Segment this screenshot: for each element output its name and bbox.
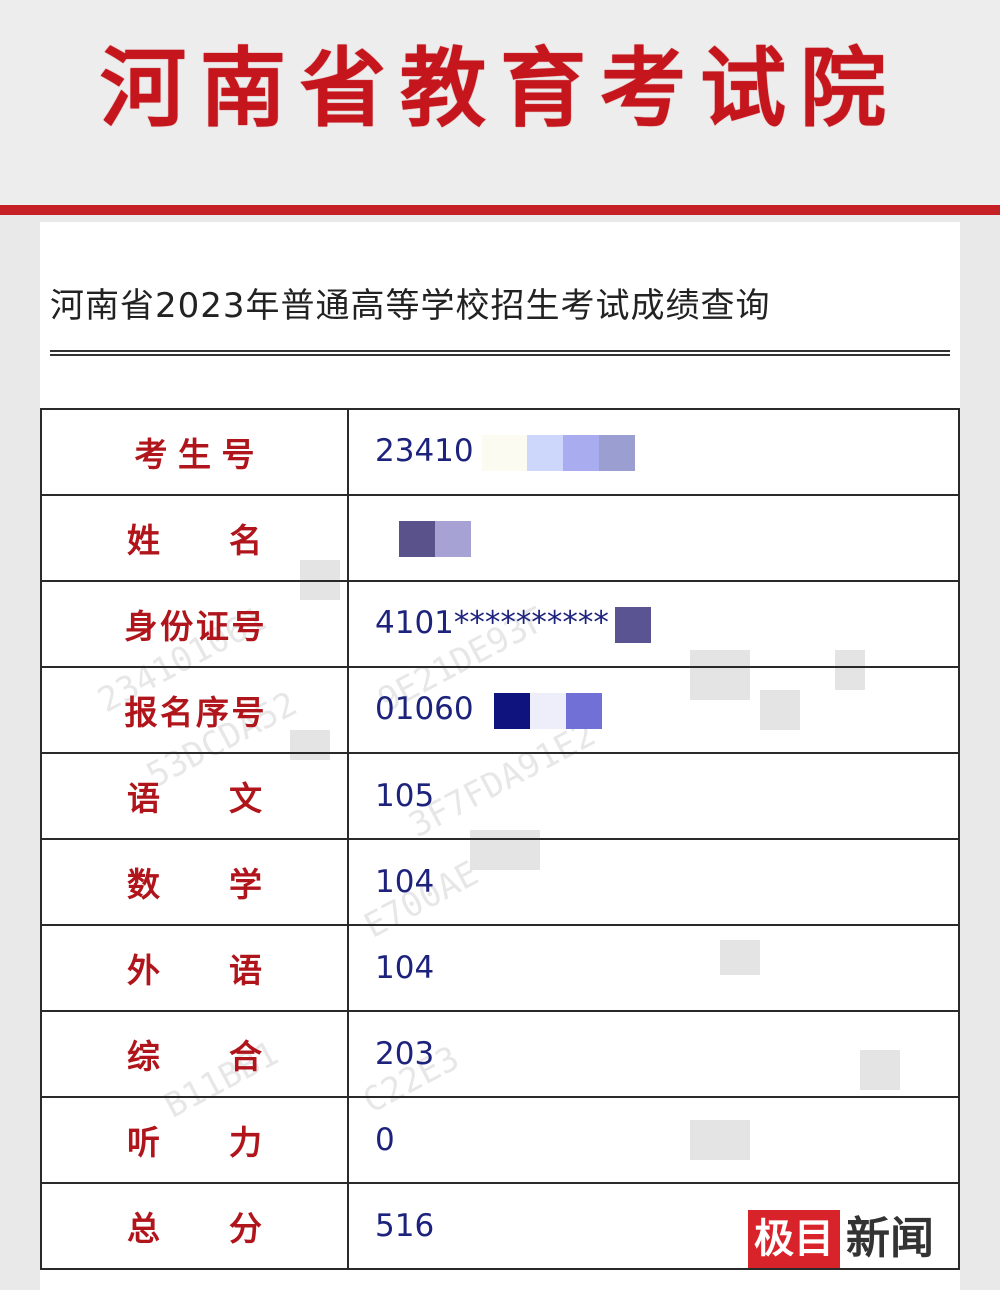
header-red-rule xyxy=(0,205,1000,215)
score-table: 考生号 23410 姓名 身份证号 4101********** 报名序号 01… xyxy=(40,408,960,1270)
table-row: 外语 104 xyxy=(40,924,960,1012)
row-label: 姓名 xyxy=(40,494,349,582)
row-label: 外语 xyxy=(40,924,349,1012)
row-label: 报名序号 xyxy=(40,666,349,754)
title-divider xyxy=(50,350,950,356)
score-chinese: 105 xyxy=(347,752,960,840)
table-row: 综合 203 xyxy=(40,1010,960,1098)
score-comprehensive: 203 xyxy=(347,1010,960,1098)
table-row: 考生号 23410 xyxy=(40,408,960,496)
score-math: 104 xyxy=(347,838,960,926)
jimu-news-logo: 极目 新闻 xyxy=(748,1208,988,1270)
query-title: 河南省2023年普通高等学校招生考试成绩查询 xyxy=(50,286,771,326)
logo-box: 极目 xyxy=(748,1210,840,1268)
score-foreign-language: 104 xyxy=(347,924,960,1012)
row-label: 身份证号 xyxy=(40,580,349,668)
row-label: 考生号 xyxy=(40,408,349,496)
row-value: 4101********** xyxy=(347,580,960,668)
table-row: 报名序号 01060 xyxy=(40,666,960,754)
row-label: 听力 xyxy=(40,1096,349,1184)
row-value: 23410 xyxy=(347,408,960,496)
row-label: 总分 xyxy=(40,1182,349,1270)
score-listening: 0 xyxy=(347,1096,960,1184)
header-banner: 河南省教育考试院 xyxy=(0,0,1000,205)
table-row: 身份证号 4101********** xyxy=(40,580,960,668)
table-row: 语文 105 xyxy=(40,752,960,840)
org-title: 河南省教育考试院 xyxy=(100,39,900,139)
row-value xyxy=(347,494,960,582)
logo-text: 新闻 xyxy=(846,1213,934,1264)
row-value: 01060 xyxy=(347,666,960,754)
table-row: 听力 0 xyxy=(40,1096,960,1184)
row-label: 语文 xyxy=(40,752,349,840)
table-row: 数学 104 xyxy=(40,838,960,926)
row-label: 数学 xyxy=(40,838,349,926)
table-row: 姓名 xyxy=(40,494,960,582)
row-label: 综合 xyxy=(40,1010,349,1098)
